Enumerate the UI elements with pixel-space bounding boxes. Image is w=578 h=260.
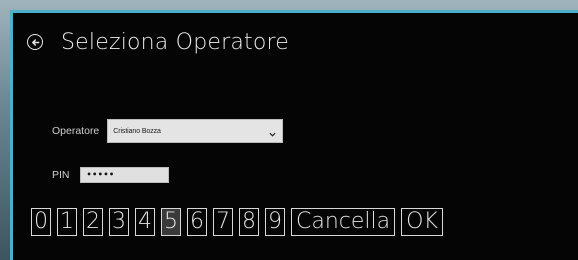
- key-5[interactable]: 5: [161, 208, 181, 236]
- operator-selection-window: Seleziona Operatore Operatore Cristiano …: [10, 10, 578, 260]
- key-0[interactable]: 0: [31, 208, 51, 236]
- pin-label: PIN: [52, 169, 70, 181]
- operator-select-value: Cristiano Bozza: [113, 127, 161, 135]
- pin-row: PIN •••••: [52, 167, 169, 183]
- key-9[interactable]: 9: [265, 208, 285, 236]
- pin-input[interactable]: •••••: [79, 167, 169, 183]
- clear-button[interactable]: Cancella: [291, 208, 396, 236]
- key-7[interactable]: 7: [213, 208, 233, 236]
- operator-label: Operatore: [52, 125, 100, 137]
- numeric-keypad: 0 1 2 3 4 5 6 7 8 9 Cancella OK: [31, 208, 443, 236]
- back-arrow-circle-icon[interactable]: [27, 34, 43, 50]
- key-6[interactable]: 6: [187, 208, 207, 236]
- operator-row: Operatore Cristiano Bozza: [52, 119, 284, 143]
- key-8[interactable]: 8: [239, 208, 259, 236]
- chevron-down-icon: [269, 122, 276, 141]
- key-1[interactable]: 1: [57, 208, 77, 236]
- header: Seleziona Operatore: [27, 25, 289, 59]
- page-title: Seleziona Operatore: [61, 29, 290, 55]
- key-2[interactable]: 2: [83, 208, 103, 236]
- key-3[interactable]: 3: [109, 208, 129, 236]
- operator-select[interactable]: Cristiano Bozza: [107, 119, 284, 143]
- key-4[interactable]: 4: [135, 208, 155, 236]
- ok-button[interactable]: OK: [401, 208, 443, 236]
